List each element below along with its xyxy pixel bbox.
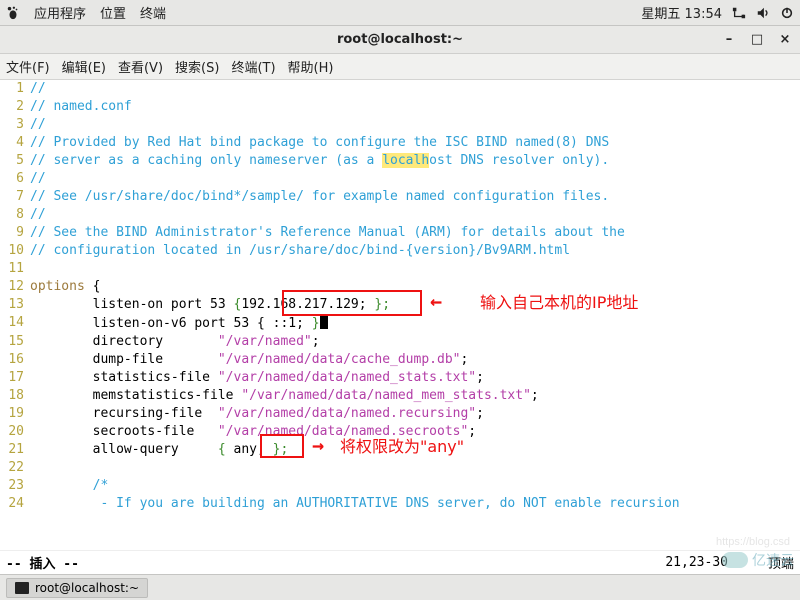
cloud-icon — [722, 552, 748, 568]
menu-view[interactable]: 查看(V) — [118, 57, 163, 76]
power-icon[interactable] — [780, 5, 794, 20]
window-titlebar[interactable]: root@localhost:~ – □ × — [0, 26, 800, 54]
menu-places[interactable]: 位置 — [100, 3, 126, 22]
minimize-button[interactable]: – — [722, 33, 736, 47]
menu-file[interactable]: 文件(F) — [6, 57, 50, 76]
menu-terminal[interactable]: 终端(T) — [231, 57, 275, 76]
menu-search[interactable]: 搜索(S) — [175, 57, 219, 76]
menu-edit[interactable]: 编辑(E) — [62, 57, 106, 76]
network-icon[interactable] — [732, 5, 746, 20]
taskbar-item-terminal[interactable]: root@localhost:~ — [6, 578, 148, 598]
editor-viewport[interactable]: 1// 2// named.conf 3// 4// Provided by R… — [0, 80, 800, 550]
text-cursor — [320, 314, 328, 329]
maximize-button[interactable]: □ — [750, 33, 764, 47]
menu-terminal-top[interactable]: 终端 — [140, 3, 166, 22]
close-button[interactable]: × — [778, 33, 792, 47]
vim-mode: -- 插入 -- — [6, 553, 79, 572]
watermark-logo: 亿速云 — [722, 550, 794, 570]
terminal-icon — [15, 582, 29, 594]
watermark-faint: https://blog.csd — [716, 536, 790, 548]
gnome-top-panel: 应用程序 位置 终端 星期五 13:54 — [0, 0, 800, 26]
gnome-bottom-panel: root@localhost:~ — [0, 574, 800, 600]
clock[interactable]: 星期五 13:54 — [641, 3, 722, 22]
taskbar-item-label: root@localhost:~ — [35, 581, 139, 595]
window-title: root@localhost:~ — [0, 32, 800, 47]
terminal-menubar: 文件(F) 编辑(E) 查看(V) 搜索(S) 终端(T) 帮助(H) — [0, 54, 800, 80]
menu-help[interactable]: 帮助(H) — [288, 57, 334, 76]
menu-applications[interactable]: 应用程序 — [34, 3, 86, 22]
vim-status-line: -- 插入 -- 21,23-30 顶端 — [0, 550, 800, 574]
volume-icon[interactable] — [756, 5, 770, 20]
vim-cursor-position: 21,23-30 — [665, 555, 728, 570]
gnome-foot-icon[interactable] — [6, 5, 20, 20]
